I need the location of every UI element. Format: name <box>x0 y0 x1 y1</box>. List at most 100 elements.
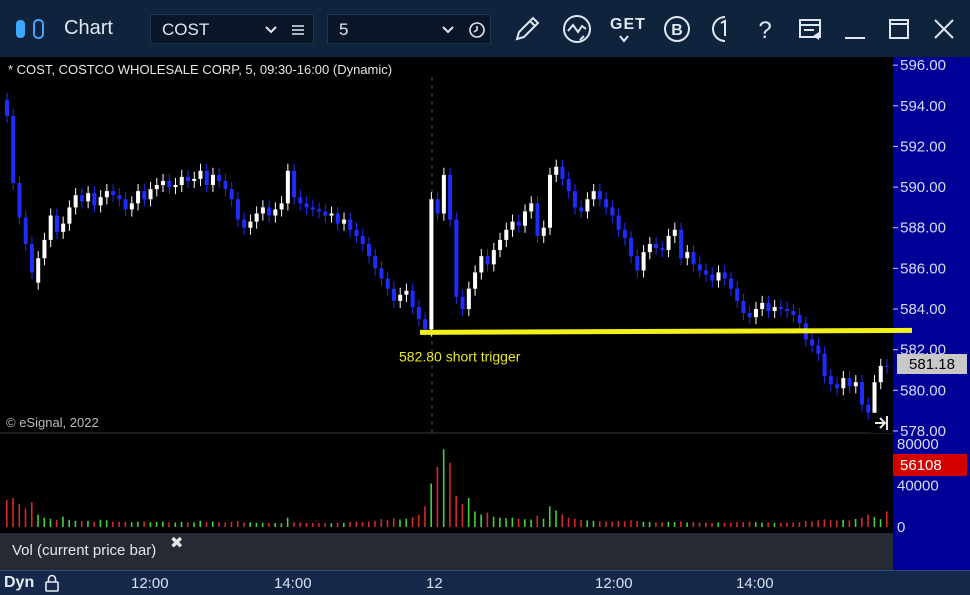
volume-bar <box>511 517 514 527</box>
volume-bar <box>405 518 408 527</box>
volume-bar <box>573 518 576 527</box>
download-arrow-icon <box>619 35 629 43</box>
volume-bar <box>268 522 270 527</box>
help-icon[interactable]: ? <box>748 12 782 46</box>
get-label: GET <box>610 16 646 33</box>
volume-bar <box>567 517 570 527</box>
volume-bar <box>861 517 863 527</box>
volume-bar <box>548 506 551 527</box>
volume-bar <box>6 500 8 527</box>
volume-bar <box>698 522 701 527</box>
maximize-icon[interactable] <box>882 12 916 46</box>
volume-bar <box>311 522 314 527</box>
list-icon[interactable] <box>291 23 305 37</box>
candle-body <box>810 339 815 346</box>
volume-bar <box>630 520 632 527</box>
chart-area[interactable]: 596.00 594.00 592.00 590.00 588.00 586.00 584.… <box>0 57 970 570</box>
candle-body <box>479 256 484 273</box>
volume-bar <box>93 521 95 527</box>
candle-body <box>535 203 540 236</box>
candle-body <box>523 211 528 226</box>
candle-body <box>853 382 858 387</box>
candle-body <box>11 115 16 184</box>
volume-bar <box>105 520 108 527</box>
volume-tick-label: 0 <box>897 519 905 536</box>
trigger-annotation: 582.80 short trigger <box>399 348 521 364</box>
candle-body <box>610 207 615 216</box>
info-icon[interactable] <box>708 12 742 46</box>
volume-bar <box>274 523 276 527</box>
short-trigger-line[interactable] <box>419 327 913 335</box>
candle-body <box>460 296 465 310</box>
candle-body <box>772 306 777 312</box>
lock-icon[interactable] <box>42 574 62 592</box>
volume-bar <box>580 519 582 527</box>
scroll-to-end-icon[interactable] <box>871 413 893 433</box>
pencil-icon[interactable] <box>510 12 544 46</box>
candle-body <box>704 270 709 275</box>
volume-bar <box>729 522 732 527</box>
candle-body <box>841 378 846 389</box>
dyn-mode-button[interactable]: Dyn <box>4 574 34 592</box>
candle-body <box>167 180 172 188</box>
candle-body <box>29 243 34 273</box>
candle-body <box>435 199 440 214</box>
candle-body <box>860 382 865 405</box>
candle-body <box>697 264 702 271</box>
volume-bar <box>680 521 682 527</box>
close-study-icon[interactable]: ✖ <box>170 533 183 553</box>
volume-bar <box>87 520 89 527</box>
candle-body <box>54 215 59 232</box>
chevron-down-icon[interactable] <box>441 23 455 37</box>
candle-body <box>560 166 565 179</box>
volume-bar <box>286 517 289 527</box>
interval-input[interactable]: 5 <box>327 14 491 44</box>
title-bar: Chart COST 5 GET B ? <box>0 0 970 57</box>
volume-bar <box>723 522 726 527</box>
app-logo-icon <box>16 19 44 39</box>
get-icon[interactable]: GET <box>608 12 645 46</box>
volume-bar <box>754 522 757 527</box>
candle-body <box>192 178 197 181</box>
volume-bar <box>561 514 564 527</box>
volume-bar <box>536 515 539 527</box>
candle-body <box>73 195 78 208</box>
study-icon[interactable] <box>560 12 594 46</box>
candle-body <box>366 243 371 257</box>
candle-body <box>654 243 659 249</box>
minimize-icon[interactable] <box>838 12 872 46</box>
candle-body <box>872 382 877 413</box>
volume-bar <box>748 521 751 527</box>
candle-body <box>572 191 577 208</box>
candle-body <box>660 248 665 251</box>
close-icon[interactable] <box>927 12 961 46</box>
volume-bar <box>37 514 39 527</box>
volume-bar <box>162 521 164 527</box>
b-icon[interactable]: B <box>660 12 694 46</box>
volume-bar <box>461 504 464 527</box>
volume-bar <box>605 521 607 527</box>
volume-bar <box>193 522 195 527</box>
candle-body <box>404 290 409 295</box>
clock-icon[interactable] <box>468 21 486 39</box>
candle-body <box>498 239 503 251</box>
candle-body <box>260 207 265 214</box>
symbol-input[interactable]: COST <box>150 14 314 44</box>
page-layout-icon[interactable] <box>793 12 827 46</box>
volume-bar <box>80 521 83 527</box>
volume-bar <box>586 520 589 527</box>
candle-body <box>142 191 147 200</box>
volume-study-label: Vol (current price bar) <box>12 542 157 559</box>
time-axis[interactable]: Dyn 12:00 14:00 12 12:00 14:00 <box>0 570 970 595</box>
candle-body <box>360 235 365 244</box>
volume-bar <box>124 522 127 527</box>
candle-body <box>691 252 696 265</box>
volume-bar <box>648 522 651 527</box>
candle-body <box>753 309 758 318</box>
volume-bar <box>592 520 595 527</box>
price-chart[interactable]: 596.00 594.00 592.00 590.00 588.00 586.00 584.… <box>0 57 970 570</box>
candle-body <box>647 243 652 253</box>
chevron-down-icon[interactable] <box>264 23 278 37</box>
volume-bar <box>137 521 139 527</box>
time-label: 12 <box>426 575 443 592</box>
